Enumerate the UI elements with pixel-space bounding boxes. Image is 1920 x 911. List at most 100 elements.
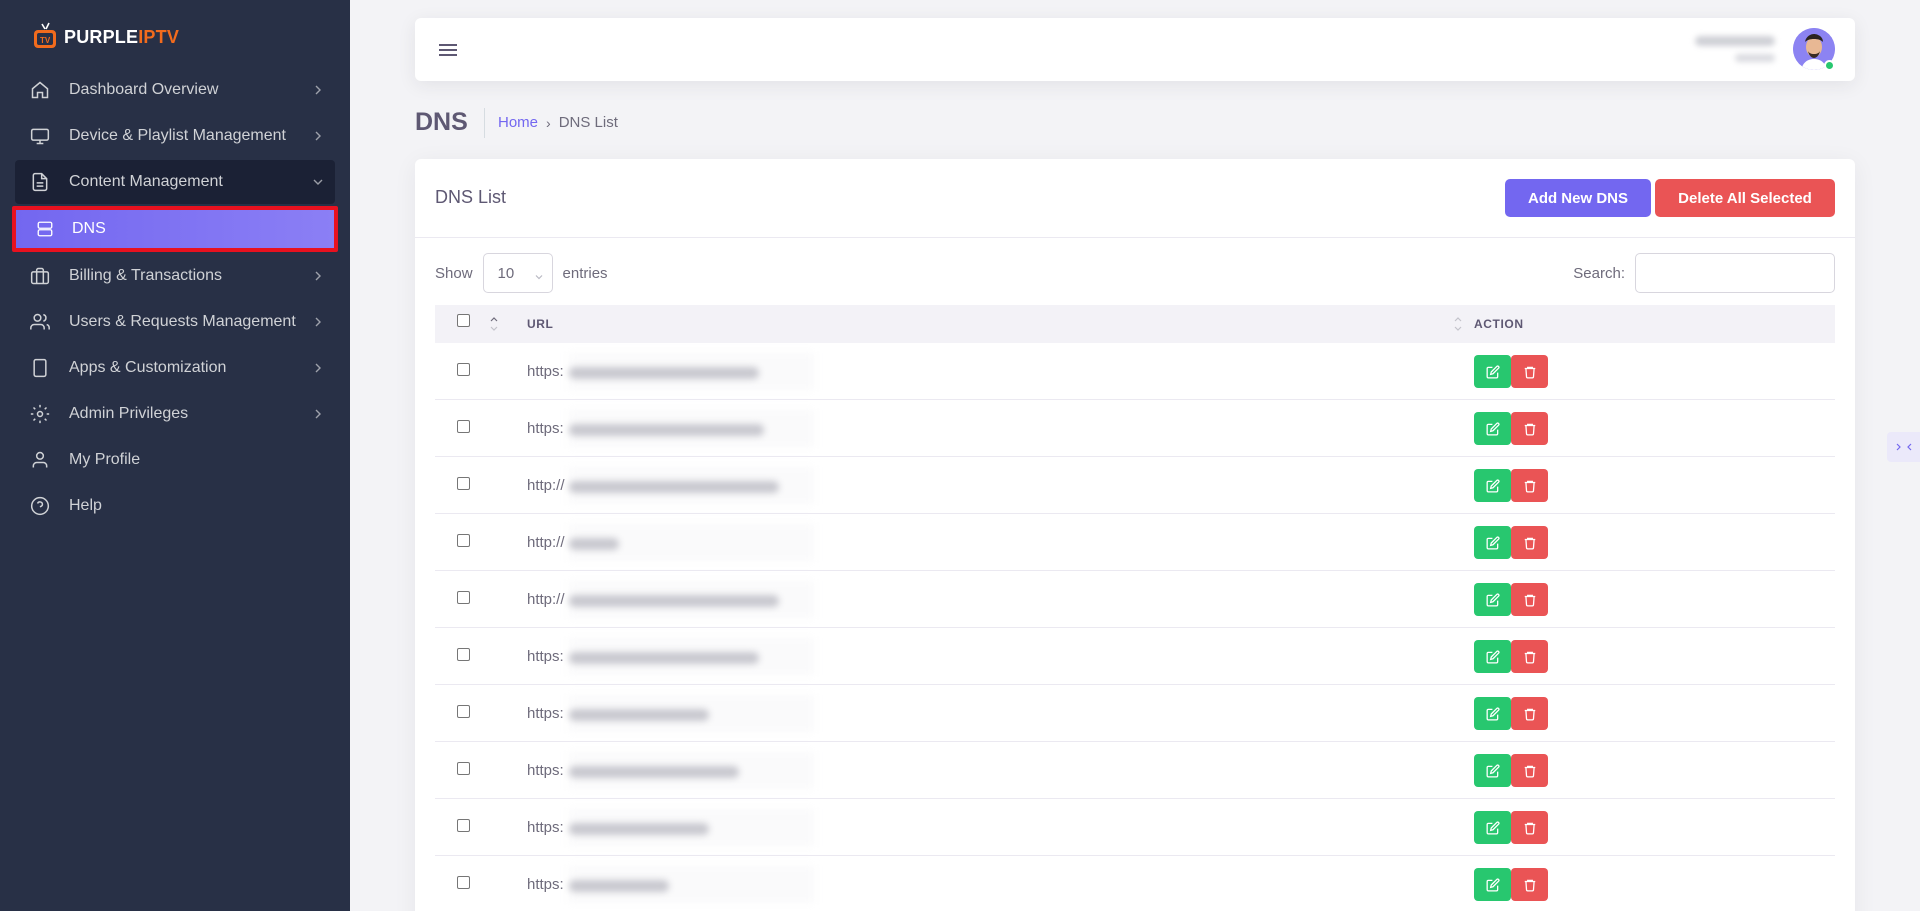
sidebar-item-billing-transactions[interactable]: Billing & Transactions	[15, 254, 335, 298]
customizer-toggle[interactable]	[1887, 432, 1920, 462]
sort-icon[interactable]	[1453, 314, 1463, 334]
row-checkbox[interactable]	[457, 363, 470, 376]
svg-text:TV: TV	[40, 36, 51, 45]
help-circle-icon	[29, 495, 51, 517]
edit-icon	[1486, 364, 1500, 378]
edit-button[interactable]	[1474, 583, 1511, 616]
edit-button[interactable]	[1474, 355, 1511, 388]
trash-icon	[1524, 651, 1535, 663]
add-new-dns-button[interactable]: Add New DNS	[1505, 179, 1651, 217]
chevron-right-icon	[311, 361, 325, 375]
edit-button[interactable]	[1474, 811, 1511, 844]
chevron-right-icon	[311, 129, 325, 143]
user-icon	[29, 449, 51, 471]
edit-button[interactable]	[1474, 526, 1511, 559]
sidebar-item-label: Device & Playlist Management	[69, 127, 286, 144]
table-row: http://	[435, 457, 1835, 514]
sidebar-item-label: Apps & Customization	[69, 359, 227, 376]
column-header-url[interactable]: URL	[527, 317, 553, 331]
delete-button[interactable]	[1511, 697, 1548, 730]
user-name-blurred	[1695, 36, 1775, 66]
edit-button[interactable]	[1474, 469, 1511, 502]
delete-button[interactable]	[1511, 811, 1548, 844]
delete-button[interactable]	[1511, 412, 1548, 445]
trash-icon	[1524, 594, 1535, 606]
sidebar-menu: Dashboard Overview Device & Playlist Man…	[12, 68, 338, 530]
edit-button[interactable]	[1474, 640, 1511, 673]
trash-icon	[1524, 480, 1535, 492]
sidebar-item-users-requests-management[interactable]: Users & Requests Management	[15, 300, 335, 344]
sidebar-item-my-profile[interactable]: My Profile	[15, 438, 335, 482]
row-checkbox[interactable]	[457, 534, 470, 547]
dns-url: http://	[527, 477, 565, 494]
redacted-url	[569, 538, 619, 550]
sidebar-item-content-management[interactable]: Content Management	[15, 160, 335, 204]
row-checkbox[interactable]	[457, 591, 470, 604]
sidebar-item-help[interactable]: Help	[15, 484, 335, 528]
trash-icon	[1524, 822, 1535, 834]
edit-button[interactable]	[1474, 868, 1511, 901]
redacted-url	[569, 766, 739, 778]
edit-icon	[1486, 478, 1500, 492]
select-all-checkbox[interactable]	[457, 314, 470, 327]
delete-button[interactable]	[1511, 868, 1548, 901]
column-header-action: ACTION	[1474, 317, 1524, 331]
menu-toggle-icon[interactable]	[437, 40, 459, 60]
edit-button[interactable]	[1474, 754, 1511, 787]
row-checkbox[interactable]	[457, 876, 470, 889]
trash-icon	[1524, 879, 1535, 891]
row-checkbox[interactable]	[457, 648, 470, 661]
sidebar-item-label: Help	[69, 497, 102, 514]
redacted-url	[569, 481, 779, 493]
home-icon	[29, 79, 51, 101]
table-row: https:	[435, 799, 1835, 856]
sidebar-item-apps-customization[interactable]: Apps & Customization	[15, 346, 335, 390]
chevron-down-icon	[311, 175, 325, 189]
dns-url: https:	[527, 705, 564, 722]
chevron-right-icon	[311, 83, 325, 97]
table-row: https:	[435, 685, 1835, 742]
delete-button[interactable]	[1511, 526, 1548, 559]
top-navbar	[415, 18, 1855, 81]
row-checkbox[interactable]	[457, 420, 470, 433]
trash-icon	[1524, 366, 1535, 378]
breadcrumb-home-link[interactable]: Home	[498, 114, 538, 131]
row-checkbox[interactable]	[457, 705, 470, 718]
page-length-value: 10	[497, 264, 515, 282]
redacted-url	[569, 595, 779, 607]
delete-button[interactable]	[1511, 640, 1548, 673]
delete-button[interactable]	[1511, 754, 1548, 787]
row-checkbox[interactable]	[457, 762, 470, 775]
dns-url: https:	[527, 420, 564, 437]
redacted-url	[569, 652, 759, 664]
edit-button[interactable]	[1474, 412, 1511, 445]
chevron-right-icon	[311, 407, 325, 421]
search-input[interactable]	[1635, 253, 1835, 293]
page-length-select[interactable]: 10	[482, 253, 553, 293]
dns-url: http://	[527, 534, 565, 551]
trash-icon	[1524, 765, 1535, 777]
brand-logo[interactable]: TV PURPLEIPTV	[32, 22, 179, 52]
sidebar-item-admin-privileges[interactable]: Admin Privileges	[15, 392, 335, 436]
sidebar-item-dashboard-overview[interactable]: Dashboard Overview	[15, 68, 335, 112]
chevron-right-icon	[311, 315, 325, 329]
table-header: URL ACTION	[435, 305, 1835, 343]
edit-icon	[1486, 421, 1500, 435]
delete-button[interactable]	[1511, 583, 1548, 616]
row-checkbox[interactable]	[457, 819, 470, 832]
trash-icon	[1524, 423, 1535, 435]
brand-name: PURPLEIPTV	[64, 26, 180, 47]
delete-all-selected-button[interactable]: Delete All Selected	[1655, 179, 1835, 217]
breadcrumb-divider	[484, 108, 485, 138]
page-title: DNS	[415, 108, 468, 136]
server-icon	[34, 218, 56, 240]
sidebar-item-device-playlist-management[interactable]: Device & Playlist Management	[15, 114, 335, 158]
file-icon	[29, 171, 51, 193]
edit-button[interactable]	[1474, 697, 1511, 730]
sidebar-item-dns[interactable]: DNS	[12, 206, 338, 252]
delete-button[interactable]	[1511, 469, 1548, 502]
sort-icon[interactable]	[489, 314, 499, 334]
row-checkbox[interactable]	[457, 477, 470, 490]
table-row: http://	[435, 571, 1835, 628]
delete-button[interactable]	[1511, 355, 1548, 388]
